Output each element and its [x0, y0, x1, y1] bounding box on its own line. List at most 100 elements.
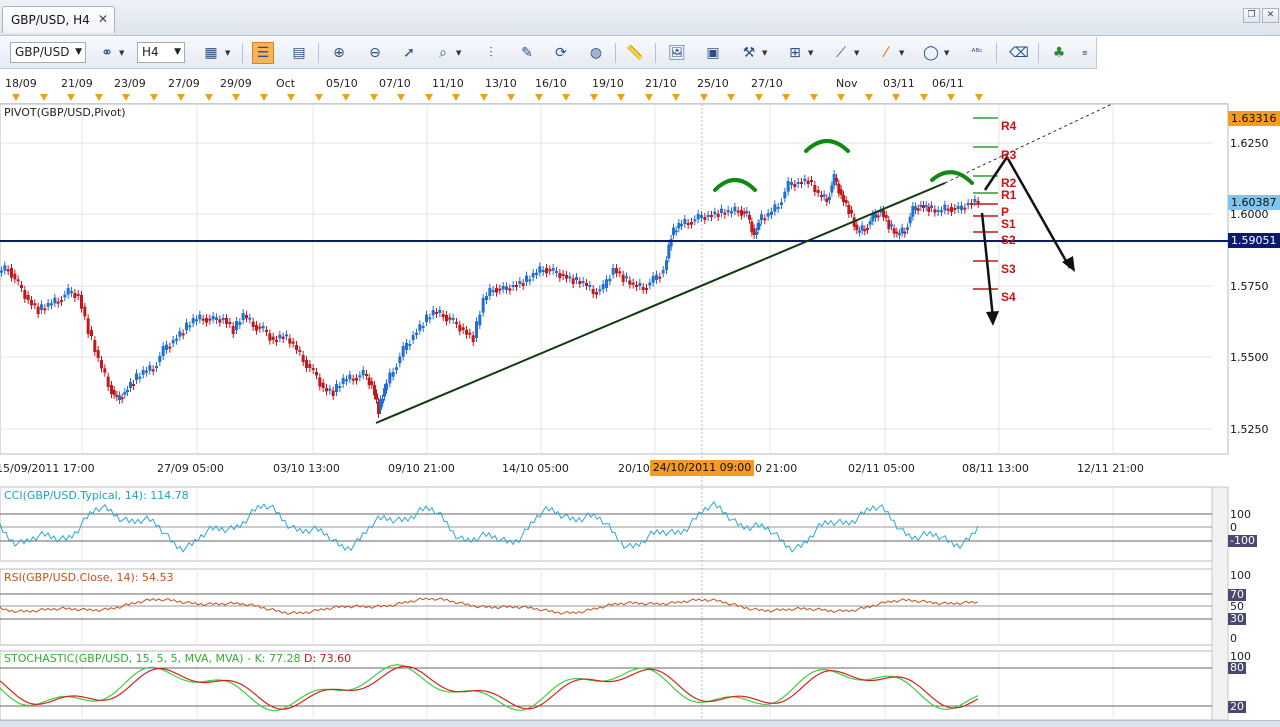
candle-body	[858, 230, 861, 233]
candle-body	[713, 211, 717, 215]
cursor-date-badge: 24/10/2011 09:00	[650, 460, 754, 476]
candle-body	[245, 315, 248, 319]
candle-body	[548, 269, 552, 272]
candle-body	[155, 366, 158, 368]
cci-level-label: -100	[1228, 534, 1257, 547]
candle-body	[112, 390, 116, 395]
candle-body	[488, 288, 492, 296]
candle-body	[26, 295, 30, 300]
candle-body	[165, 344, 168, 350]
candle-body	[658, 276, 662, 279]
candle-body	[235, 321, 238, 330]
candle-body	[531, 273, 535, 278]
candle-body	[175, 338, 178, 341]
candle-body	[461, 327, 465, 330]
candle-body	[265, 330, 268, 332]
rsi-level-label: 30	[1228, 612, 1246, 625]
candle-body	[825, 198, 829, 202]
candle-body	[720, 208, 723, 213]
candle-body	[73, 293, 77, 298]
candle-body	[898, 233, 901, 236]
candle-body	[914, 206, 917, 210]
time-axis-label: 03/10 13:00	[273, 462, 340, 475]
candle-body	[178, 331, 182, 337]
candle-body	[408, 344, 412, 346]
candle-body	[505, 286, 508, 290]
stochastic-level-label: 20	[1228, 700, 1246, 713]
candle-body	[468, 332, 472, 335]
candle-body	[338, 386, 342, 388]
cci-indicator-label: CCI(GBP/USD.Typical, 14): 114.78	[4, 489, 189, 502]
panel-scroll-gutter	[1211, 486, 1229, 720]
candle-body	[742, 211, 746, 214]
candle-body	[601, 284, 605, 290]
candle-body	[228, 322, 232, 324]
candle-body	[674, 230, 678, 233]
candle-body	[686, 223, 690, 225]
candle-body	[598, 289, 602, 292]
candle-body	[773, 204, 777, 212]
candle-body	[106, 376, 110, 387]
candle-body	[185, 322, 188, 330]
chart-canvas[interactable]	[0, 0, 1280, 720]
candle-body	[796, 182, 800, 184]
candle-body	[591, 289, 595, 294]
candle-body	[844, 200, 848, 203]
chart-panel	[0, 568, 1229, 646]
candle-body	[33, 303, 37, 306]
candle-body	[291, 341, 295, 344]
candle-body	[635, 285, 638, 287]
candle-body	[960, 205, 963, 210]
candle-body	[30, 300, 33, 306]
candle-body	[710, 215, 713, 217]
candle-body	[605, 279, 608, 288]
candle-body	[525, 275, 528, 282]
candle-body	[706, 215, 710, 217]
candle-body	[940, 210, 943, 213]
candle-body	[331, 390, 335, 396]
bottom-scrollbar[interactable]	[0, 720, 1280, 727]
candle-body	[138, 376, 142, 379]
candle-body	[924, 205, 928, 207]
candle-body	[521, 283, 525, 286]
candle-body	[933, 209, 937, 213]
candle-body	[793, 184, 797, 187]
candle-body	[448, 317, 452, 320]
candle-body	[93, 340, 97, 352]
candle-body	[191, 318, 195, 324]
candle-body	[813, 185, 817, 192]
candle-body	[86, 318, 90, 334]
candle-body	[716, 213, 720, 217]
time-axis-label: 08/11 13:00	[962, 462, 1029, 475]
candle-body	[726, 210, 730, 213]
candle-body	[863, 229, 867, 232]
candle-body	[850, 210, 853, 214]
candle-body	[866, 228, 869, 230]
stochastic-k-value: K: 77.28	[254, 652, 301, 665]
candle-body	[876, 215, 880, 218]
candle-body	[755, 232, 758, 235]
candle-body	[36, 306, 40, 314]
candle-body	[508, 288, 512, 291]
candle-body	[618, 271, 622, 274]
candle-body	[158, 356, 162, 362]
candle-body	[100, 360, 103, 369]
candle-body	[311, 368, 315, 370]
candle-body	[641, 287, 645, 290]
candle-body	[551, 268, 555, 271]
candle-body	[478, 314, 482, 326]
candle-body	[645, 288, 648, 290]
candle-body	[168, 346, 172, 349]
candle-body	[810, 180, 813, 182]
candle-body	[288, 338, 292, 344]
candle-body	[820, 195, 823, 197]
candle-body	[667, 244, 671, 259]
candle-body	[638, 283, 642, 286]
candle-body	[916, 208, 920, 211]
candle-body	[783, 191, 787, 199]
candle-body	[491, 290, 495, 292]
candle-body	[148, 365, 152, 371]
candle-body	[800, 182, 803, 184]
candle-body	[415, 332, 418, 335]
candle-body	[973, 199, 977, 202]
